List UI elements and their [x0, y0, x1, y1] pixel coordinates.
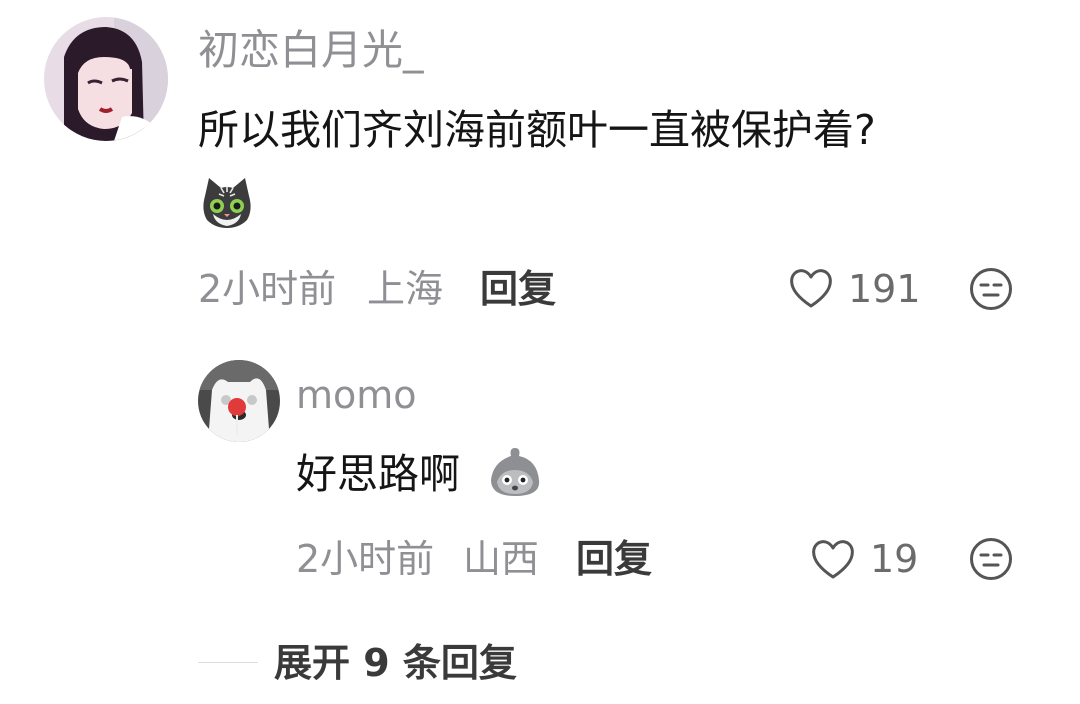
reply-location: 山西	[463, 537, 540, 581]
heart-icon[interactable]	[788, 266, 834, 310]
comment-location: 上海	[367, 267, 444, 311]
like-count: 191	[848, 267, 921, 311]
comment-time: 2小时前	[198, 267, 337, 311]
username[interactable]: 初恋白月光_	[198, 24, 424, 76]
dislike-face-icon[interactable]	[969, 267, 1013, 311]
anime-girl-avatar-icon	[44, 17, 168, 141]
expand-divider	[198, 662, 258, 663]
dislike-face-icon[interactable]	[969, 537, 1013, 581]
heart-icon[interactable]	[810, 537, 856, 581]
cat-face-icon	[199, 174, 255, 230]
reply-button[interactable]: 回复	[480, 264, 556, 314]
cat-lollipop-avatar-icon	[198, 360, 280, 442]
avatar[interactable]	[44, 17, 168, 141]
username[interactable]: momo	[296, 370, 417, 420]
reply-time: 2小时前	[296, 537, 435, 581]
reply-button[interactable]: 回复	[576, 534, 652, 584]
avatar[interactable]	[198, 360, 280, 442]
comment-text: 所以我们齐刘海前额叶一直被保护着?	[198, 106, 876, 154]
reply-text: 好思路啊	[296, 450, 460, 498]
expand-replies-button[interactable]: 展开 9 条回复	[274, 638, 517, 688]
like-count: 19	[870, 537, 919, 581]
grey-blob-face-icon	[487, 444, 543, 500]
